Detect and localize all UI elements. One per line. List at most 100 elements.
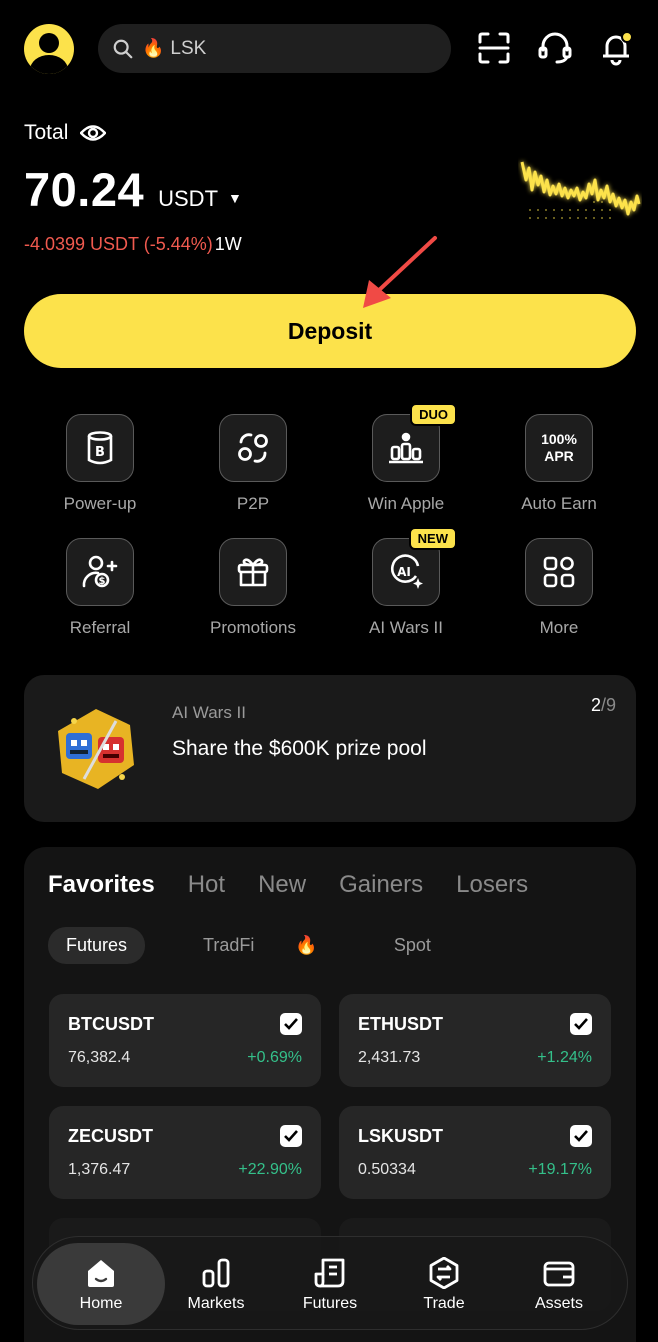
nav-trade[interactable]: Trade [384,1237,504,1331]
pnl-value: -4.0399 USDT (-5.44%) [24,234,213,254]
scan-icon[interactable] [474,28,514,68]
quick-action-power-up[interactable]: B Power-up [40,414,160,514]
quick-action-label: AI Wars II [369,618,443,637]
fire-icon: 🔥 [142,38,165,58]
tab-losers[interactable]: Losers [456,871,528,899]
ticker-change: +19.17% [528,1161,592,1178]
tab-hot[interactable]: Hot [188,871,225,899]
svg-text:AI: AI [397,565,411,579]
subtab-tradfi[interactable]: TradFi 🔥 [167,927,354,964]
wallet-icon [543,1261,575,1287]
avatar-head [39,33,59,53]
quick-action-label: Win Apple [367,494,445,513]
quick-action-ai-wars[interactable]: AI NEW AI Wars II [346,527,466,638]
quick-action-more[interactable]: More [499,538,619,638]
tab-gainers[interactable]: Gainers [339,871,423,899]
apr-icon: 100% APR [525,414,593,482]
checkbox-checked-icon[interactable] [280,1125,302,1147]
banner-title: Share the $600K prize pool [172,737,427,760]
home-icon [88,1260,114,1287]
sparkline-chart [520,161,641,219]
caret-down-icon: ▼ [228,190,242,206]
referral-icon: $ [66,538,134,606]
quick-action-label: P2P [236,494,270,513]
trade-icon [429,1257,459,1289]
checkbox-checked-icon[interactable] [280,1013,302,1035]
tab-favorites[interactable]: Favorites [48,871,155,899]
gift-icon [219,538,287,606]
promo-banner[interactable]: AI Wars II Share the $600K prize pool 2/… [24,675,636,822]
p2p-icon [219,414,287,482]
grid-icon [525,538,593,606]
quick-action-label: Auto Earn [521,494,597,513]
banner-pager: 2/9 [591,695,616,716]
bell-icon[interactable] [596,28,636,68]
avatar[interactable] [24,24,74,74]
ticker-symbol: LSKUSDT [358,1126,443,1146]
ticker-price: 76,382.4 [68,1049,131,1066]
balance[interactable]: 70.24 USDT ▼ [24,162,242,217]
tab-new[interactable]: New [258,871,306,899]
quick-action-label: More [539,618,579,637]
quick-action-p2p[interactable]: P2P [193,414,313,514]
market-subtabs: Futures TradFi 🔥 Spot [48,927,449,964]
eye-icon[interactable] [80,124,107,142]
ticker-symbol: BTCUSDT [68,1014,154,1034]
nav-label: Trade [423,1295,465,1312]
top-bar: 🔥 LSK [0,0,658,96]
ticker-price: 1,376.47 [68,1161,131,1178]
pnl: -4.0399 USDT (-5.44%) 1W [24,234,242,255]
nav-assets[interactable]: Assets [499,1237,619,1331]
balance-currency: USDT [158,186,219,211]
market-tabs: Favorites Hot New Gainers Losers [48,871,528,899]
balance-amount: 70.24 [24,163,145,216]
total-label: Total [24,121,107,145]
tag-badge: NEW [408,527,457,550]
markets-icon [202,1258,230,1288]
support-icon[interactable] [535,28,575,68]
nav-futures[interactable]: Futures [270,1237,390,1331]
annotation-arrow [363,236,437,308]
checkbox-checked-icon[interactable] [570,1125,592,1147]
apr-icon-text: 100% APR [541,431,577,464]
quick-action-promotions[interactable]: Promotions [193,538,313,638]
nav-label: Home [79,1295,123,1312]
pnl-period: 1W [214,234,242,254]
nav-markets[interactable]: Markets [156,1237,276,1331]
search-input[interactable]: LSK [170,38,206,60]
quick-action-label: Power-up [63,494,137,513]
ticker-card[interactable]: BTCUSDT 76,382.4 +0.69% [49,994,321,1087]
deposit-button[interactable]: Deposit [24,294,636,368]
svg-text:B: B [95,445,105,460]
nav-home[interactable]: Home [41,1237,161,1331]
checkbox-checked-icon[interactable] [570,1013,592,1035]
total-text: Total [24,121,69,144]
fire-icon: 🔥 [295,935,318,955]
ticker-card[interactable]: ETHUSDT 2,431.73 +1.24% [339,994,611,1087]
power-up-icon: B [66,414,134,482]
subtab-spot[interactable]: Spot [376,927,449,964]
quick-action-label: Referral [69,618,131,637]
ai-wars-art-icon [58,709,134,789]
ticker-change: +22.90% [238,1161,302,1178]
ticker-symbol: ETHUSDT [358,1014,443,1034]
quick-action-win-apple[interactable]: DUO Win Apple [346,403,466,514]
banner-subtitle: AI Wars II [172,703,246,722]
subtab-futures[interactable]: Futures [48,927,146,964]
quick-action-referral[interactable]: $ Referral [40,538,160,638]
tag-badge: DUO [410,403,457,426]
banner-page-total: /9 [600,695,616,715]
subtab-tradfi-label: TradFi [203,935,255,955]
search-icon [113,39,133,58]
futures-icon [314,1258,345,1288]
ticker-symbol: ZECUSDT [68,1126,153,1146]
nav-label: Assets [534,1295,583,1312]
ticker-card[interactable]: ZECUSDT 1,376.47 +22.90% [49,1106,321,1199]
ticker-price: 2,431.73 [358,1049,421,1066]
quick-action-auto-earn[interactable]: 100% APR Auto Earn [499,414,619,514]
search-bar[interactable]: 🔥 LSK [98,24,451,73]
banner-page-current: 2 [590,695,601,715]
podium-icon: DUO [372,403,457,482]
ticker-card[interactable]: LSKUSDT 0.50334 +19.17% [339,1106,611,1199]
svg-text:$: $ [99,576,106,587]
